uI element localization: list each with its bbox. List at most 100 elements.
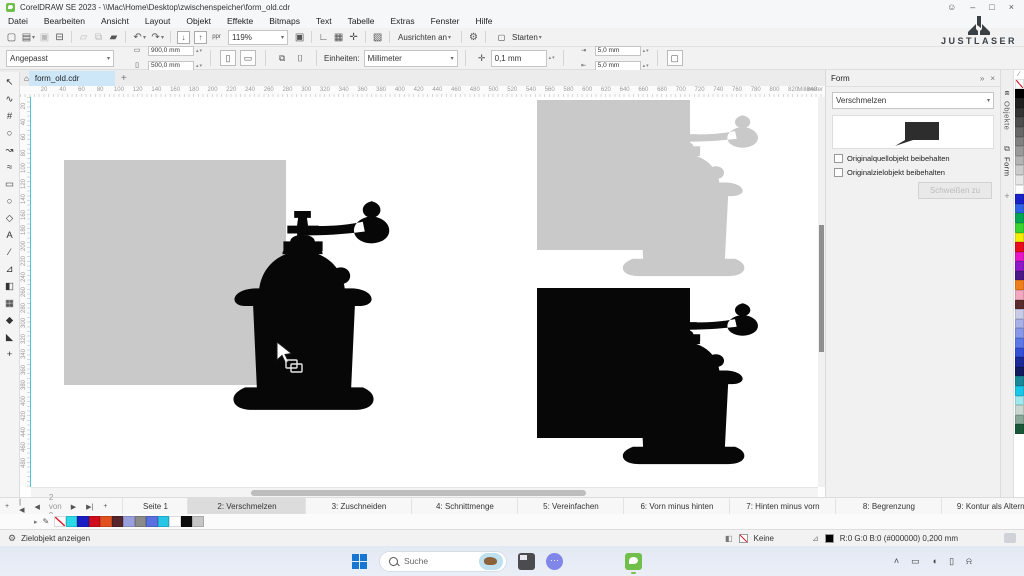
page-tab[interactable]: 8: Begrenzung xyxy=(836,498,942,515)
freehand-tool[interactable]: ↝ xyxy=(2,142,18,159)
page-tab[interactable]: 2: Verschmelzen xyxy=(188,498,306,515)
undo-flyout-caret[interactable]: ▾ xyxy=(143,34,146,41)
color-swatch[interactable] xyxy=(1015,223,1024,233)
publish-pdf-icon[interactable]: ppr xyxy=(209,30,224,45)
page-tab[interactable]: 4: Schnittmenge xyxy=(412,498,518,515)
vertical-ruler[interactable]: 2040608010012014016018020022024026028030… xyxy=(20,97,31,487)
interactive-fill-tool[interactable]: ◧ xyxy=(2,278,18,295)
print-icon[interactable]: ⊟ xyxy=(52,30,67,45)
nudge-distance-field[interactable]: 0,1 mm xyxy=(491,50,547,67)
page-tab[interactable]: 6: Vorn minus hinten xyxy=(624,498,730,515)
no-color-swatch[interactable] xyxy=(54,516,66,528)
keep-target-checkbox[interactable] xyxy=(834,168,843,177)
more-tools[interactable]: + xyxy=(2,346,18,363)
no-color-swatch[interactable] xyxy=(1015,79,1024,89)
color-swatch[interactable] xyxy=(1015,204,1024,214)
docker-close-icon[interactable]: × xyxy=(990,74,995,83)
color-swatch[interactable] xyxy=(1015,156,1024,166)
view-rulers-icon[interactable]: ∟ xyxy=(316,30,331,45)
color-swatch[interactable] xyxy=(135,516,147,528)
taskbar-app-chat[interactable]: ··· xyxy=(546,553,563,570)
zoom-tool[interactable]: ○ xyxy=(2,125,18,142)
menu-item-ansicht[interactable]: Ansicht xyxy=(93,16,137,26)
options-gear-icon[interactable]: ⚙ xyxy=(466,30,481,45)
duplicate-y-field[interactable]: 5,0 mm xyxy=(595,61,641,71)
page-tab-seite-1[interactable]: Seite 1 xyxy=(122,498,188,515)
landscape-orientation-button[interactable]: ▭ xyxy=(240,50,256,66)
duplicate-x-spinner[interactable]: ▴▾ xyxy=(643,48,650,54)
line-tool[interactable]: ∕ xyxy=(2,244,18,261)
color-swatch[interactable] xyxy=(1015,98,1024,108)
page-tab[interactable]: 9: Kontur als Alternati xyxy=(942,498,1024,515)
color-swatch[interactable] xyxy=(1015,348,1024,358)
color-swatch[interactable] xyxy=(112,516,124,528)
color-swatch[interactable] xyxy=(1015,424,1024,434)
import-icon[interactable]: ↓ xyxy=(177,31,190,44)
color-swatch[interactable] xyxy=(1015,376,1024,386)
page-tab[interactable]: 3: Zuschneiden xyxy=(306,498,412,515)
color-swatch[interactable] xyxy=(1015,146,1024,156)
full-screen-preview-icon[interactable]: ▣ xyxy=(292,30,307,45)
dynamic-guides-icon[interactable]: ✛ xyxy=(346,30,361,45)
rectangle-tool[interactable]: ▭ xyxy=(2,176,18,193)
horizontal-scrollbar-thumb[interactable] xyxy=(251,490,586,496)
text-tool[interactable]: A xyxy=(2,227,18,244)
menu-item-datei[interactable]: Datei xyxy=(0,16,36,26)
docker-collapse-icon[interactable]: » xyxy=(980,74,984,83)
keep-source-checkbox[interactable] xyxy=(834,154,843,163)
welcome-screen-icon[interactable]: ▧ xyxy=(370,30,385,45)
taskbar-app-coreldraw[interactable] xyxy=(625,553,642,570)
color-swatch[interactable] xyxy=(1015,89,1024,99)
duplicate-y-spinner[interactable]: ▴▾ xyxy=(643,63,650,69)
color-swatch[interactable] xyxy=(1015,309,1024,319)
palette-eyedropper-icon[interactable]: ✎ xyxy=(43,517,50,526)
welded-shape-gray[interactable] xyxy=(537,100,775,290)
view-grid-icon[interactable]: ▦ xyxy=(331,30,346,45)
crop-tool[interactable]: # xyxy=(2,108,18,125)
drawing-canvas[interactable] xyxy=(31,97,818,487)
palette-eyedropper-icon[interactable]: ∕ xyxy=(1018,70,1019,79)
color-swatch[interactable] xyxy=(181,516,193,528)
page-width-field[interactable]: 900,0 mm xyxy=(148,46,194,56)
maximize-button[interactable]: □ xyxy=(989,2,994,12)
launch-dropdown[interactable]: ▢ Starten ▾ xyxy=(490,30,548,45)
volume-icon[interactable]: ◖ xyxy=(932,556,937,566)
color-swatch[interactable] xyxy=(1015,396,1024,406)
mesh-fill-tool[interactable]: ▦ xyxy=(2,295,18,312)
menu-item-text[interactable]: Text xyxy=(308,16,340,26)
close-button[interactable]: × xyxy=(1009,2,1014,12)
paste-icon[interactable]: ▰ xyxy=(106,30,121,45)
color-swatch[interactable] xyxy=(1015,261,1024,271)
color-swatch[interactable] xyxy=(1015,290,1024,300)
page-preset-combo[interactable]: Angepasst ▾ xyxy=(6,50,114,67)
display-icon[interactable]: ▭ xyxy=(911,556,920,567)
menu-item-layout[interactable]: Layout xyxy=(137,16,179,26)
duplicate-x-field[interactable]: 5,0 mm xyxy=(595,46,641,56)
outline-color-swatch[interactable] xyxy=(825,534,834,543)
menu-item-fenster[interactable]: Fenster xyxy=(423,16,468,26)
artistic-media-tool[interactable]: ≈ xyxy=(2,159,18,176)
color-swatch[interactable] xyxy=(1015,367,1024,377)
shape-tool[interactable]: ∿ xyxy=(2,91,18,108)
color-swatch[interactable] xyxy=(89,516,101,528)
search-highlight-image[interactable] xyxy=(479,553,503,570)
portrait-orientation-button[interactable]: ▯ xyxy=(220,50,236,66)
polygon-tool[interactable]: ◇ xyxy=(2,210,18,227)
next-page-button[interactable]: ▶ xyxy=(66,503,81,511)
menu-item-objekt[interactable]: Objekt xyxy=(178,16,219,26)
new-document-icon[interactable]: ▢ xyxy=(4,30,19,45)
menu-item-extras[interactable]: Extras xyxy=(383,16,423,26)
units-combo[interactable]: Millimeter ▾ xyxy=(364,50,458,67)
add-page-after-button[interactable]: + xyxy=(98,503,112,510)
color-swatch[interactable] xyxy=(66,516,78,528)
new-tab-button[interactable]: + xyxy=(115,73,133,84)
start-button[interactable] xyxy=(352,554,367,569)
color-swatch[interactable] xyxy=(158,516,170,528)
fill-color-swatch[interactable] xyxy=(739,534,748,543)
color-swatch[interactable] xyxy=(1015,319,1024,329)
first-page-button[interactable]: |◀ xyxy=(14,499,29,514)
taskbar-search[interactable]: Suche xyxy=(379,551,507,572)
export-icon[interactable]: ↑ xyxy=(194,31,207,44)
page-height-field[interactable]: 500,0 mm xyxy=(148,61,194,71)
color-swatch[interactable] xyxy=(1015,175,1024,185)
